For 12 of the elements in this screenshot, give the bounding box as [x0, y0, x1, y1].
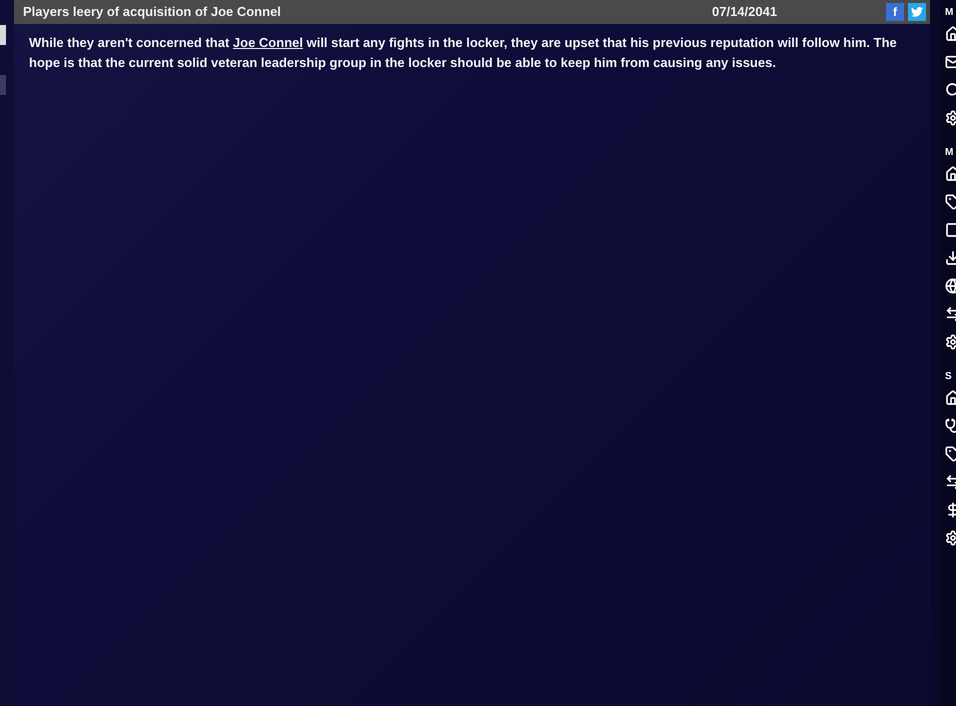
section-heading: M	[945, 146, 954, 160]
tab-marker[interactable]	[0, 25, 6, 45]
tab-marker[interactable]	[0, 75, 6, 95]
player-link[interactable]: Joe Connel	[232, 35, 303, 50]
bird-icon	[911, 7, 923, 17]
article-title: Players leery of acquisition of Joe Connel	[23, 3, 282, 22]
article-body: While they aren't concerned that Joe Connel will start any fights in the locker, they are upset that his previous reputation will follow him. The hope is that the current solid veteran leadership group in the locker should be able to keep him from causing any issues.	[28, 34, 898, 72]
section-heading: M	[945, 6, 954, 20]
facebook-button[interactable]: f	[886, 3, 904, 21]
article-date: 07/14/2041	[712, 3, 778, 22]
twitter-button[interactable]	[908, 3, 926, 21]
section-heading: S	[945, 370, 953, 384]
